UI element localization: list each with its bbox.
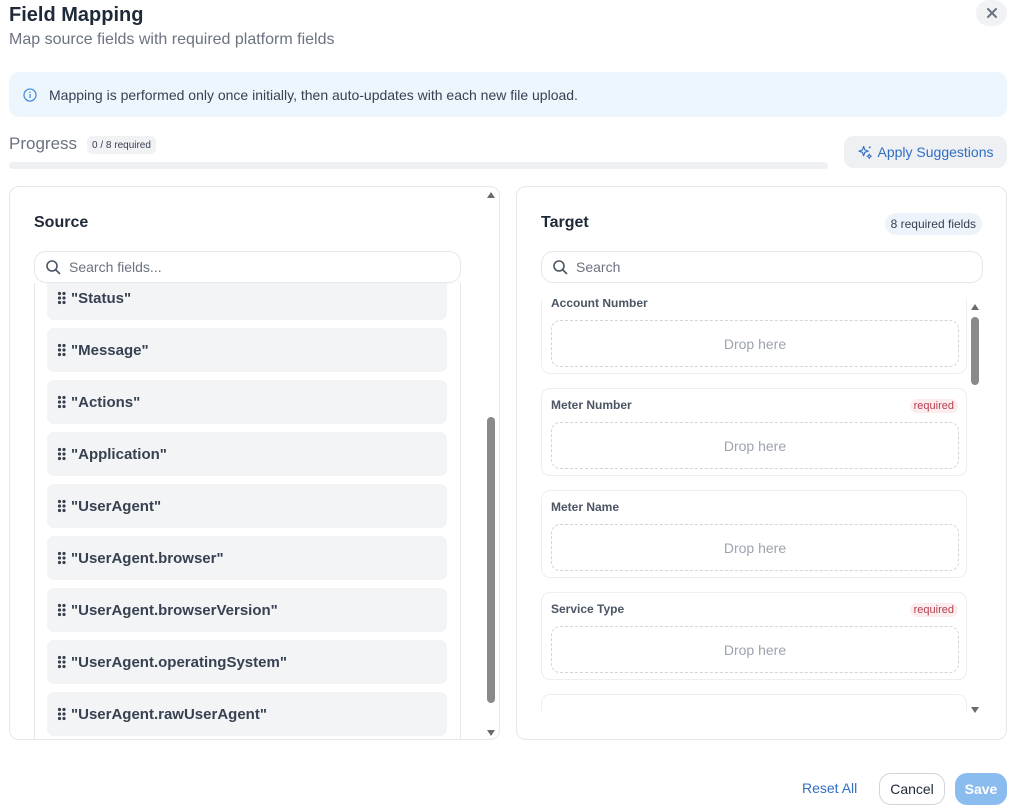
search-icon <box>553 260 568 275</box>
source-field-label: "Message" <box>71 341 149 359</box>
source-field-item[interactable]: "Status" <box>47 283 447 320</box>
source-field-label: "UserAgent.rawUserAgent" <box>71 705 267 723</box>
source-field-item[interactable]: "UserAgent.browser" <box>47 536 447 580</box>
source-field-label: "Application" <box>71 445 167 463</box>
source-panel: Source "Status" "Message" "Actions" "Applic… <box>9 186 500 740</box>
scroll-thumb[interactable] <box>971 317 979 385</box>
target-field-card: Meter Name Drop here <box>541 490 967 578</box>
required-fields-badge: 8 required fields <box>884 213 982 235</box>
target-field-name: Service Type <box>551 602 625 616</box>
info-banner: Mapping is performed only once initially… <box>9 72 1007 117</box>
source-field-label: "Actions" <box>71 393 141 411</box>
source-title: Source <box>34 214 89 231</box>
scroll-down-arrow[interactable] <box>971 707 979 713</box>
page-title: Field Mapping <box>9 4 144 26</box>
close-button[interactable] <box>976 0 1007 26</box>
target-search-input[interactable] <box>576 259 942 275</box>
target-title: Target <box>541 214 589 231</box>
target-field-name: Meter Name <box>551 500 620 514</box>
target-field-card: Account Number Drop here <box>541 299 967 374</box>
scroll-up-arrow[interactable] <box>971 304 979 310</box>
drag-handle-icon[interactable] <box>57 343 67 357</box>
drag-handle-icon[interactable] <box>57 395 67 409</box>
page-subtitle: Map source fields with required platform… <box>9 31 335 48</box>
source-field-item[interactable]: "UserAgent" <box>47 484 447 528</box>
source-scrollbar[interactable] <box>486 192 496 736</box>
source-field-item[interactable]: "Message" <box>47 328 447 372</box>
source-search-box <box>34 251 461 283</box>
source-field-item[interactable]: "UserAgent.rawUserAgent" <box>47 692 447 736</box>
source-field-item[interactable]: "UserAgent.operatingSystem" <box>47 640 447 684</box>
source-field-label: "UserAgent.browser" <box>71 549 224 567</box>
target-panel: Target 8 required fields Account Number D… <box>516 186 1007 740</box>
target-field-name: Meter Number <box>551 398 632 412</box>
drag-handle-icon[interactable] <box>57 655 67 669</box>
drop-zone[interactable]: Drop here <box>551 626 959 673</box>
drop-zone[interactable]: Drop here <box>551 422 959 469</box>
required-tag: required <box>909 399 958 413</box>
source-field-item[interactable]: "Actions" <box>47 380 447 424</box>
progress-bar <box>9 162 828 169</box>
save-button[interactable]: Save <box>955 773 1007 805</box>
target-field-card <box>541 694 967 711</box>
progress-badge: 0 / 8 required <box>87 136 156 154</box>
drag-handle-icon[interactable] <box>57 447 67 461</box>
scroll-down-arrow[interactable] <box>487 730 495 736</box>
cancel-button[interactable]: Cancel <box>879 773 945 805</box>
search-icon <box>46 260 61 275</box>
source-field-item[interactable]: "UserAgent.browserVersion" <box>47 588 447 632</box>
source-field-item[interactable]: "Application" <box>47 432 447 476</box>
target-search-box <box>541 251 983 283</box>
source-field-label: "UserAgent.operatingSystem" <box>71 653 287 671</box>
source-field-label: "UserAgent.browserVersion" <box>71 601 278 619</box>
close-icon <box>986 8 997 18</box>
source-search-input[interactable] <box>69 259 422 275</box>
drag-handle-icon[interactable] <box>57 707 67 721</box>
drag-handle-icon[interactable] <box>57 291 67 305</box>
drop-zone[interactable]: Drop here <box>551 320 959 367</box>
target-field-list: Account Number Drop here Meter Number requi… <box>541 299 967 711</box>
progress-label: Progress <box>9 134 78 153</box>
target-field-card: Service Type required Drop here <box>541 592 967 680</box>
target-field-card: Meter Number required Drop here <box>541 388 967 476</box>
scroll-thumb[interactable] <box>487 417 495 703</box>
target-field-name: Account Number <box>551 299 648 310</box>
reset-all-button[interactable]: Reset All <box>802 780 857 796</box>
drag-handle-icon[interactable] <box>57 603 67 617</box>
source-field-label: "UserAgent" <box>71 497 162 515</box>
drag-handle-icon[interactable] <box>57 551 67 565</box>
target-scrollbar[interactable] <box>970 304 980 713</box>
scroll-up-arrow[interactable] <box>487 192 495 198</box>
apply-suggestions-label: Apply Suggestions <box>877 144 994 160</box>
sparkle-icon <box>857 145 872 159</box>
apply-suggestions-button[interactable]: Apply Suggestions <box>844 136 1007 168</box>
drop-zone[interactable]: Drop here <box>551 524 959 571</box>
dialog-header: Field Mapping Map source fields with req… <box>9 4 334 50</box>
source-field-list: "Status" "Message" "Actions" "Application" "… <box>34 283 461 739</box>
required-tag: required <box>909 603 958 617</box>
drag-handle-icon[interactable] <box>57 499 67 513</box>
info-icon <box>23 87 37 102</box>
info-banner-text: Mapping is performed only once initially… <box>49 86 578 103</box>
source-field-label: "Status" <box>71 289 132 307</box>
